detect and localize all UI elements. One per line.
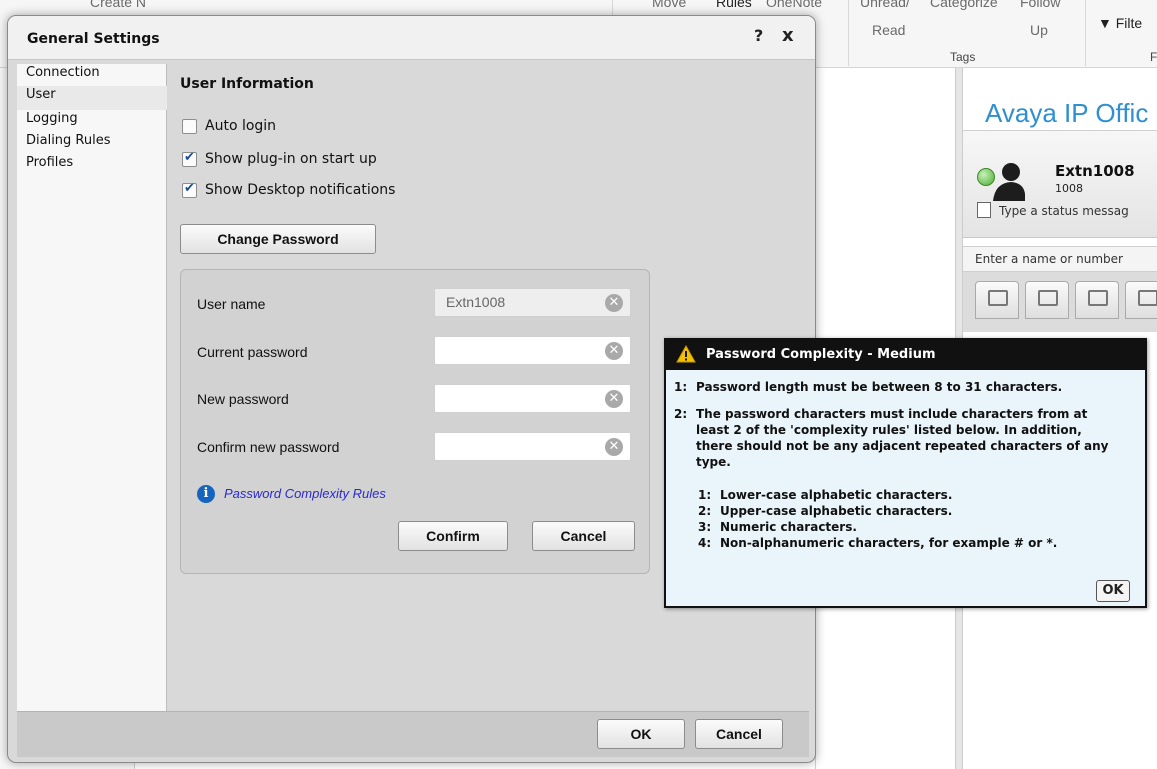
ribbon-read[interactable]: Read (872, 22, 905, 38)
nav-item-dialing-rules[interactable]: Dialing Rules (17, 132, 167, 156)
sub-rule-text: Numeric characters. (720, 520, 857, 534)
ribbon-follow[interactable]: Follow (1020, 0, 1060, 10)
clear-icon[interactable]: ✕ (605, 390, 623, 408)
popup-header: Password Complexity - Medium (666, 340, 1145, 370)
dialog-footer: OK Cancel (17, 711, 809, 757)
dialog-titlebar[interactable]: General Settings ? x (8, 16, 815, 60)
sub-rule-number: 1: (698, 488, 712, 502)
chat-icon (1038, 290, 1058, 306)
new-password-label: New password (197, 391, 289, 407)
ribbon-unread[interactable]: Unread/ (860, 0, 910, 10)
tab-messages[interactable] (1025, 281, 1069, 319)
nav-item-connection[interactable]: Connection (17, 64, 167, 88)
show-notifications-checkbox[interactable]: Show Desktop notifications (182, 180, 395, 200)
popup-body: 1: Password length must be between 8 to … (666, 370, 1145, 606)
nav-item-profiles[interactable]: Profiles (17, 154, 167, 178)
sub-rule-item: 2: Upper-case alphabetic characters. (698, 503, 1128, 519)
dialog-title: General Settings (27, 31, 160, 47)
current-password-label: Current password (197, 344, 308, 360)
ribbon-filter-label: Filte (1115, 15, 1143, 31)
password-complexity-popup: Password Complexity - Medium 1: Password… (664, 338, 1147, 608)
avaya-search-input[interactable]: Enter a name or number (963, 246, 1157, 272)
filter-icon: ▼ (1098, 15, 1112, 31)
sub-rule-number: 4: (698, 536, 712, 550)
current-password-field[interactable]: ✕ (434, 336, 631, 365)
sub-rule-text: Non-alphanumeric characters, for example… (720, 536, 1058, 550)
sub-rule-number: 2: (698, 504, 712, 518)
note-icon (977, 202, 991, 218)
rule-text: Password length must be between 8 to 31 … (696, 380, 1063, 394)
password-panel: User name Extn1008 ✕ Current password ✕ … (180, 269, 650, 574)
password-complexity-link[interactable]: Password Complexity Rules (224, 486, 386, 501)
user-name-field: Extn1008 ✕ (434, 288, 631, 317)
ribbon-create-new[interactable]: Create N (90, 0, 146, 10)
rule-number: 2: (674, 407, 688, 421)
info-icon[interactable]: i (197, 485, 215, 503)
tab-calls[interactable] (1125, 281, 1157, 319)
warning-icon (676, 345, 696, 363)
rule-number: 1: (674, 380, 688, 394)
checkbox-box[interactable] (182, 150, 197, 167)
avaya-tab-strip (963, 272, 1157, 332)
ok-button[interactable]: OK (597, 719, 685, 749)
ribbon-rules[interactable]: Rules (716, 0, 752, 10)
auto-login-checkbox[interactable]: Auto login (182, 116, 276, 136)
footer-cancel-button[interactable]: Cancel (695, 719, 783, 749)
clear-icon[interactable]: ✕ (605, 438, 623, 456)
confirm-password-label: Confirm new password (197, 439, 340, 455)
confirm-button[interactable]: Confirm (398, 521, 508, 551)
cancel-button[interactable]: Cancel (532, 521, 635, 551)
avaya-extension: 1008 (1055, 182, 1083, 195)
clear-icon[interactable]: ✕ (605, 294, 623, 312)
voicemail-icon (1088, 290, 1108, 306)
presence-available-icon[interactable] (977, 168, 995, 186)
settings-nav: Connection User Logging Dialing Rules Pr… (17, 64, 167, 711)
new-password-field[interactable]: ✕ (434, 384, 631, 413)
sub-rule-text: Lower-case alphabetic characters. (720, 488, 953, 502)
rule-text: The password characters must include cha… (696, 407, 1109, 469)
sub-rule-item: 4: Non-alphanumeric characters, for exam… (698, 535, 1128, 551)
show-plugin-checkbox[interactable]: Show plug-in on start up (182, 149, 377, 169)
avaya-title: Avaya IP Offic (985, 98, 1149, 128)
confirm-password-field[interactable]: ✕ (434, 432, 631, 461)
ribbon-onenote[interactable]: OneNote (766, 0, 822, 10)
change-password-button[interactable]: Change Password (180, 224, 376, 254)
popup-title: Password Complexity - Medium (706, 347, 936, 362)
help-button[interactable]: ? (754, 26, 763, 45)
checkbox-box[interactable] (182, 118, 197, 134)
nav-item-logging[interactable]: Logging (17, 110, 167, 134)
nav-item-user[interactable]: User (17, 86, 167, 110)
ribbon-move[interactable]: Move (652, 0, 686, 10)
ribbon-group-tags: Tags (950, 50, 976, 64)
sub-rule-text: Upper-case alphabetic characters. (720, 504, 953, 518)
checkbox-box[interactable] (182, 181, 197, 198)
popup-ok-button[interactable]: OK (1096, 580, 1130, 602)
ribbon-filter[interactable]: ▼ Filte (1098, 15, 1142, 31)
avaya-status-message-input[interactable]: Type a status messag (999, 204, 1129, 218)
rule-item: 2: The password characters must include … (674, 406, 1134, 476)
avatar (993, 163, 1025, 201)
user-name-value: Extn1008 (446, 294, 506, 310)
rule-item: 1: Password length must be between 8 to … (674, 379, 1134, 397)
avaya-user-name: Extn1008 (1055, 162, 1135, 180)
tab-voicemail[interactable] (1075, 281, 1119, 319)
book-icon (988, 290, 1008, 306)
section-heading: User Information (180, 76, 314, 92)
tab-directory[interactable] (975, 281, 1019, 319)
avaya-user-card: Extn1008 1008 Type a status messag (963, 130, 1157, 238)
auto-login-label: Auto login (205, 118, 277, 134)
list-icon (1138, 290, 1157, 306)
sub-rule-number: 3: (698, 520, 712, 534)
show-notifications-label: Show Desktop notifications (205, 182, 396, 198)
ribbon-group-f: F (1150, 50, 1157, 64)
clear-icon[interactable]: ✕ (605, 342, 623, 360)
show-plugin-label: Show plug-in on start up (205, 151, 377, 167)
user-name-label: User name (197, 296, 266, 312)
ribbon-categorize[interactable]: Categorize (930, 0, 998, 10)
sub-rule-item: 3: Numeric characters. (698, 519, 1128, 535)
close-button[interactable]: x (782, 25, 794, 46)
ribbon-follow-up[interactable]: Up (1030, 22, 1048, 38)
sub-rule-item: 1: Lower-case alphabetic characters. (698, 487, 1128, 503)
